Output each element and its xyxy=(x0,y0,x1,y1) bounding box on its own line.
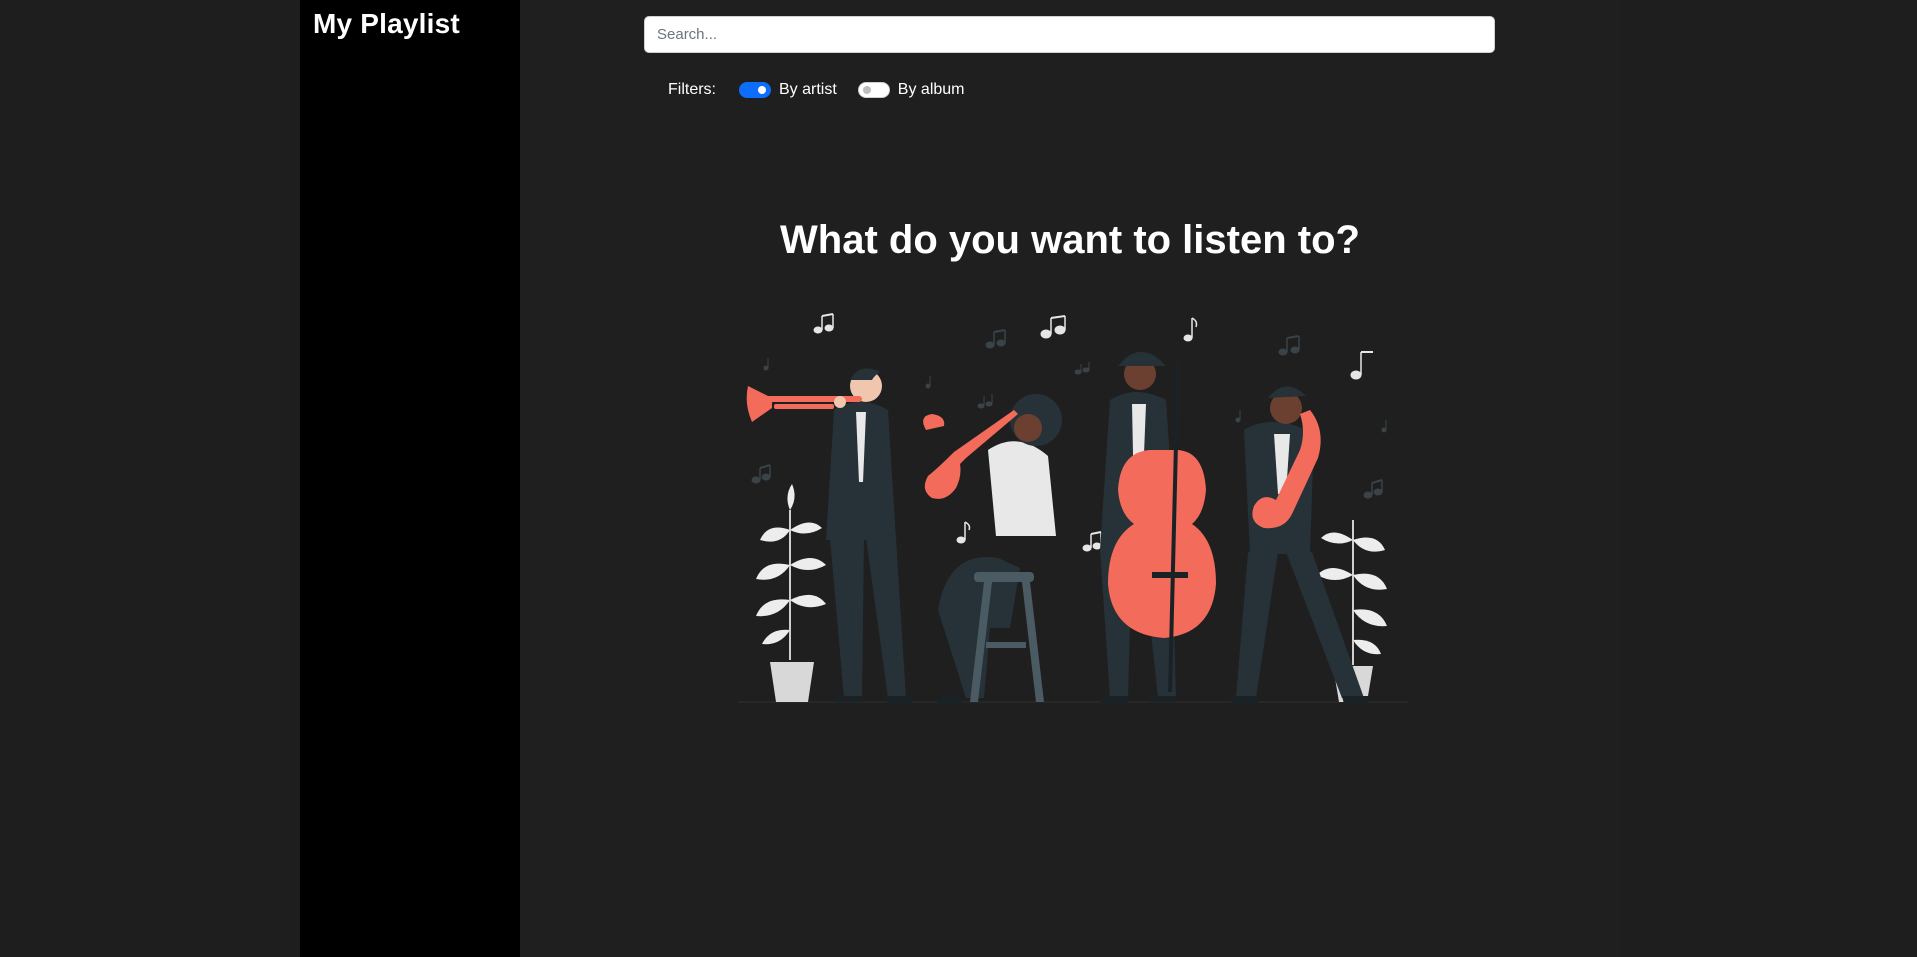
music-note-icon xyxy=(1278,335,1300,356)
main-heading: What do you want to listen to? xyxy=(780,218,1360,262)
music-note-icon xyxy=(985,329,1006,349)
search-input[interactable] xyxy=(644,16,1495,53)
toggle-knob xyxy=(862,86,871,94)
music-note-icon xyxy=(1381,420,1387,433)
jazz-band-illustration xyxy=(738,313,1408,704)
music-note-icon xyxy=(1363,479,1383,499)
music-note-icon xyxy=(751,464,771,484)
cello-icon xyxy=(1108,450,1216,638)
music-note-icon xyxy=(1074,362,1090,375)
app-title: My Playlist xyxy=(313,8,460,39)
saxophone-player-seated xyxy=(923,394,1062,704)
by-artist-toggle[interactable] xyxy=(739,82,771,98)
music-note-icon xyxy=(763,358,769,371)
music-note-icon xyxy=(1082,531,1102,552)
app-page: My Playlist Filters: By artist By album … xyxy=(0,0,1917,957)
filter-by-artist[interactable]: By artist xyxy=(739,81,837,99)
music-note-icon xyxy=(1235,410,1241,423)
by-album-label: By album xyxy=(897,81,965,98)
saxophone-player-standing xyxy=(1230,386,1368,704)
toggle-knob xyxy=(758,86,766,94)
cello-player xyxy=(1100,351,1216,704)
music-note-icon xyxy=(956,521,971,544)
music-note-icon xyxy=(1350,351,1373,380)
by-album-toggle[interactable] xyxy=(857,82,890,98)
sidebar: My Playlist xyxy=(300,0,520,957)
main-content: Filters: By artist By album What do you … xyxy=(520,0,1620,957)
filter-by-album[interactable]: By album xyxy=(857,81,965,99)
music-note-icon xyxy=(977,394,993,409)
filters-label: Filters: xyxy=(668,81,716,98)
plant-left-icon xyxy=(756,484,826,702)
music-note-icon xyxy=(1040,315,1066,339)
music-note-icon xyxy=(813,313,834,334)
music-note-icon xyxy=(1183,317,1198,342)
by-artist-label: By artist xyxy=(779,81,837,98)
filters-bar: Filters: By artist By album xyxy=(668,79,986,101)
music-note-icon xyxy=(925,376,931,389)
